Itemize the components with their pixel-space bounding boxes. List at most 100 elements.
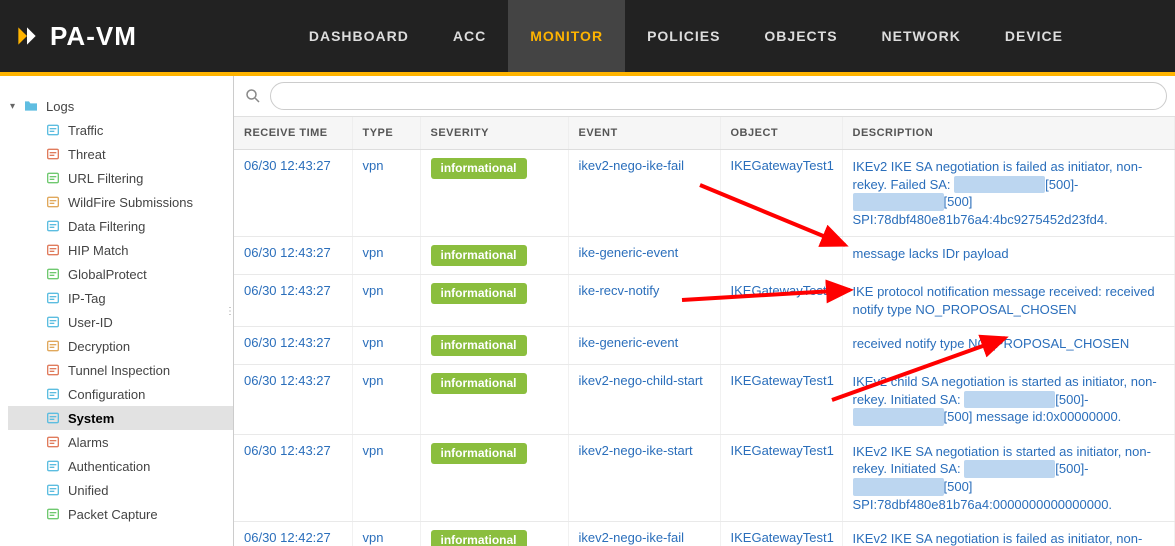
table-row[interactable]: 06/30 12:43:27 vpn informational ikev2-nego… [234, 434, 1175, 521]
sidebar-item-ip-tag[interactable]: IP-Tag [8, 286, 233, 310]
table-row[interactable]: 06/30 12:43:27 vpn informational ikev2-nego… [234, 365, 1175, 435]
topnav-item-label: OBJECTS [764, 28, 837, 44]
topnav-item-monitor[interactable]: MONITOR [508, 0, 625, 72]
authentication-icon [44, 457, 62, 475]
sidebar-item-packet-capture[interactable]: Packet Capture [8, 502, 233, 526]
description-text[interactable]: IKE protocol notification message receiv… [853, 283, 1165, 318]
severity-badge: informational [431, 245, 527, 266]
cell-event: ikev2-nego-ike-start [568, 434, 720, 521]
sidebar-item-hip-match[interactable]: HIP Match [8, 238, 233, 262]
col-header-event[interactable]: EVENT [568, 117, 720, 150]
table-row[interactable]: 06/30 12:43:27vpninformationalikev2-nego… [234, 150, 1175, 237]
sidebar-item-unified[interactable]: Unified [8, 478, 233, 502]
cell-event-link[interactable]: ikev2-nego-ike-fail [579, 530, 685, 545]
cell-type-link[interactable]: vpn [363, 335, 384, 350]
cell-event-link[interactable]: ike-generic-event [579, 335, 679, 350]
sidebar-item-authentication[interactable]: Authentication [8, 454, 233, 478]
sidebar-item-system[interactable]: System [8, 406, 233, 430]
search-input[interactable] [270, 82, 1167, 110]
cell-object-link[interactable]: IKEGatewayTest1 [731, 373, 834, 388]
cell-severity: informational [420, 365, 568, 435]
globalprotect-icon [44, 265, 62, 283]
sidebar-item-data-filtering[interactable]: Data Filtering [8, 214, 233, 238]
col-header-severity[interactable]: SEVERITY [420, 117, 568, 150]
alarms-icon [44, 433, 62, 451]
sidebar-item-url-filtering[interactable]: URL Filtering [8, 166, 233, 190]
sidebar-item-alarms[interactable]: Alarms [8, 430, 233, 454]
ip-tag-icon [44, 289, 62, 307]
description-text[interactable]: IKEv2 IKE SA negotiation is failed as in… [853, 530, 1165, 546]
chevron-down-icon[interactable]: ▾ [10, 101, 22, 112]
cell-event-link[interactable]: ike-generic-event [579, 245, 679, 260]
col-header-object[interactable]: OBJECT [720, 117, 842, 150]
description-text[interactable]: IKEv2 IKE SA negotiation is started as i… [853, 443, 1165, 513]
search-icon[interactable] [242, 85, 264, 107]
cell-event-link[interactable]: ikev2-nego-ike-fail [579, 158, 685, 173]
brand-logo-icon [14, 23, 40, 49]
col-header-type[interactable]: TYPE [352, 117, 420, 150]
cell-description: message lacks IDr payload [842, 237, 1175, 275]
col-header-description[interactable]: DESCRIPTION [842, 117, 1175, 150]
cell-object-link[interactable]: IKEGatewayTest1 [731, 530, 834, 545]
severity-badge: informational [431, 443, 527, 464]
folder-icon [22, 97, 40, 115]
traffic-icon [44, 121, 62, 139]
cell-object: IKEGatewayTest1 [720, 365, 842, 435]
sidebar-item-wildfire-submissions[interactable]: WildFire Submissions [8, 190, 233, 214]
topnav-item-objects[interactable]: OBJECTS [742, 0, 859, 72]
cell-object-link[interactable]: IKEGatewayTest1 [731, 283, 834, 298]
topnav-item-acc[interactable]: ACC [431, 0, 508, 72]
sidebar-item-threat[interactable]: Threat [8, 142, 233, 166]
redacted-span: xxxxxxxxxxxxxx [964, 460, 1055, 478]
table-row[interactable]: 06/30 12:43:27vpninformationalike-recv-n… [234, 275, 1175, 327]
topnav-item-label: POLICIES [647, 28, 720, 44]
redacted-span: xxxxxxxxxxxxxx [853, 478, 944, 496]
description-text[interactable]: IKEv2 child SA negotiation is started as… [853, 373, 1165, 426]
cell-receive-time-link[interactable]: 06/30 12:43:27 [244, 245, 331, 260]
cell-receive-time-link[interactable]: 06/30 12:43:27 [244, 443, 331, 458]
cell-type-link[interactable]: vpn [363, 443, 384, 458]
cell-type-link[interactable]: vpn [363, 283, 384, 298]
description-text[interactable]: received notify type NO_PROPOSAL_CHOSEN [853, 335, 1165, 353]
cell-receive-time-link[interactable]: 06/30 12:43:27 [244, 335, 331, 350]
tree-root-logs[interactable]: ▾ Logs [8, 94, 233, 118]
topnav-item-dashboard[interactable]: DASHBOARD [287, 0, 431, 72]
sidebar-item-label: User-ID [68, 315, 113, 330]
cell-type-link[interactable]: vpn [363, 245, 384, 260]
sidebar-item-tunnel-inspection[interactable]: Tunnel Inspection [8, 358, 233, 382]
cell-object-link[interactable]: IKEGatewayTest1 [731, 158, 834, 173]
sidebar-resize-handle[interactable]: ⋮ [227, 291, 233, 331]
cell-event-link[interactable]: ikev2-nego-child-start [579, 373, 703, 388]
cell-type: vpn [352, 237, 420, 275]
sidebar-item-label: Authentication [68, 459, 150, 474]
cell-receive-time-link[interactable]: 06/30 12:43:27 [244, 283, 331, 298]
sidebar-item-user-id[interactable]: User-ID [8, 310, 233, 334]
cell-type-link[interactable]: vpn [363, 530, 384, 545]
topnav-item-policies[interactable]: POLICIES [625, 0, 742, 72]
cell-receive-time-link[interactable]: 06/30 12:43:27 [244, 373, 331, 388]
cell-object-link[interactable]: IKEGatewayTest1 [731, 443, 834, 458]
cell-object: IKEGatewayTest1 [720, 434, 842, 521]
sidebar-item-globalprotect[interactable]: GlobalProtect [8, 262, 233, 286]
cell-receive-time-link[interactable]: 06/30 12:43:27 [244, 158, 331, 173]
description-text[interactable]: IKEv2 IKE SA negotiation is failed as in… [853, 158, 1165, 228]
cell-receive-time-link[interactable]: 06/30 12:42:27 [244, 530, 331, 545]
cell-event-link[interactable]: ikev2-nego-ike-start [579, 443, 693, 458]
table-row[interactable]: 06/30 12:43:27vpninformationalike-generi… [234, 327, 1175, 365]
topnav-item-device[interactable]: DEVICE [983, 0, 1085, 72]
cell-type: vpn [352, 275, 420, 327]
cell-type-link[interactable]: vpn [363, 158, 384, 173]
table-row[interactable]: 06/30 12:42:27vpninformationalikev2-nego… [234, 522, 1175, 546]
sidebar-item-traffic[interactable]: Traffic [8, 118, 233, 142]
topnav-item-network[interactable]: NETWORK [860, 0, 983, 72]
sidebar-item-decryption[interactable]: Decryption [8, 334, 233, 358]
topnav-item-label: ACC [453, 28, 486, 44]
description-text[interactable]: message lacks IDr payload [853, 245, 1165, 263]
col-header-receive-time[interactable]: RECEIVE TIME [234, 117, 352, 150]
cell-description: IKE protocol notification message receiv… [842, 275, 1175, 327]
cell-type-link[interactable]: vpn [363, 373, 384, 388]
cell-event: ike-generic-event [568, 237, 720, 275]
cell-event-link[interactable]: ike-recv-notify [579, 283, 660, 298]
sidebar-item-configuration[interactable]: Configuration [8, 382, 233, 406]
table-row[interactable]: 06/30 12:43:27 vpn informational ike-generi… [234, 237, 1175, 275]
